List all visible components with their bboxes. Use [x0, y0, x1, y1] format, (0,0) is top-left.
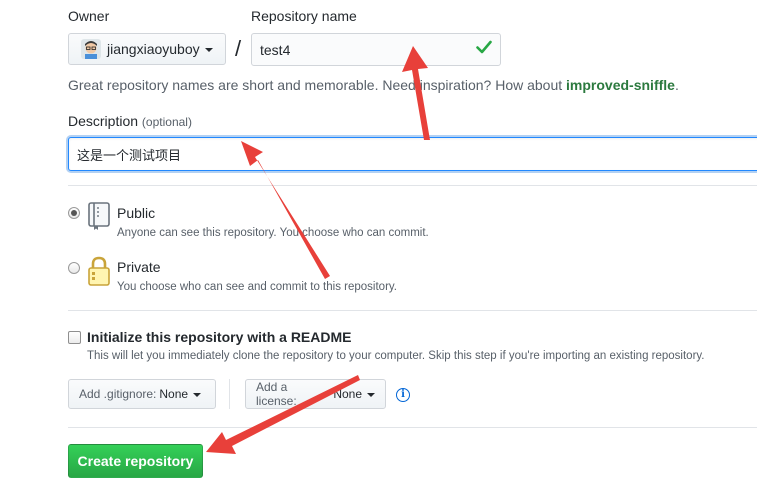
gitignore-label: Add .gitignore:	[79, 387, 157, 401]
caret-down-icon	[204, 48, 213, 52]
divider	[68, 310, 757, 311]
description-input[interactable]	[68, 137, 757, 171]
public-radio[interactable]	[68, 207, 80, 219]
license-select[interactable]: Add a license: None	[245, 379, 386, 409]
description-label: Description (optional)	[68, 113, 192, 129]
suggested-name[interactable]: improved-sniffle	[566, 77, 675, 93]
info-icon[interactable]: i	[396, 388, 410, 402]
avatar	[81, 39, 101, 59]
readme-title[interactable]: Initialize this repository with a README	[87, 329, 351, 345]
lock-icon	[86, 255, 112, 290]
gitignore-value: None	[159, 387, 189, 401]
gitignore-select[interactable]: Add .gitignore: None	[68, 379, 216, 409]
owner-label: Owner	[68, 8, 110, 24]
divider	[68, 427, 757, 428]
create-repository-button[interactable]: Create repository	[68, 444, 203, 478]
readme-checkbox[interactable]	[68, 331, 81, 344]
check-icon	[476, 40, 492, 57]
caret-down-icon	[193, 393, 202, 397]
description-label-text: Description	[68, 113, 139, 129]
public-note: Anyone can see this repository. You choo…	[117, 227, 429, 239]
private-note: You choose who can see and commit to thi…	[117, 281, 397, 293]
public-title[interactable]: Public	[117, 205, 155, 221]
private-title[interactable]: Private	[117, 259, 161, 275]
owner-select-button[interactable]: jiangxiaoyuboy	[68, 33, 226, 65]
hint-text: Great repository names are short and mem…	[68, 77, 567, 93]
divider	[68, 185, 757, 186]
readme-note: This will let you immediately clone the …	[87, 350, 705, 362]
license-label: Add a license:	[256, 380, 297, 408]
annotation-arrows	[206, 46, 430, 454]
owner-name: jiangxiaoyuboy	[107, 41, 200, 57]
repository-name-hint: Great repository names are short and mem…	[68, 77, 679, 93]
license-value: None	[333, 387, 362, 401]
owner-repo-separator: /	[235, 36, 242, 61]
private-radio[interactable]	[68, 262, 80, 274]
repo-public-icon	[86, 201, 112, 234]
repository-name-input[interactable]	[251, 33, 501, 66]
caret-down-icon	[367, 393, 375, 397]
optional-note: (optional)	[141, 115, 192, 129]
hint-suffix: .	[674, 77, 679, 93]
repository-name-label: Repository name	[251, 8, 357, 24]
vertical-divider	[229, 379, 230, 409]
